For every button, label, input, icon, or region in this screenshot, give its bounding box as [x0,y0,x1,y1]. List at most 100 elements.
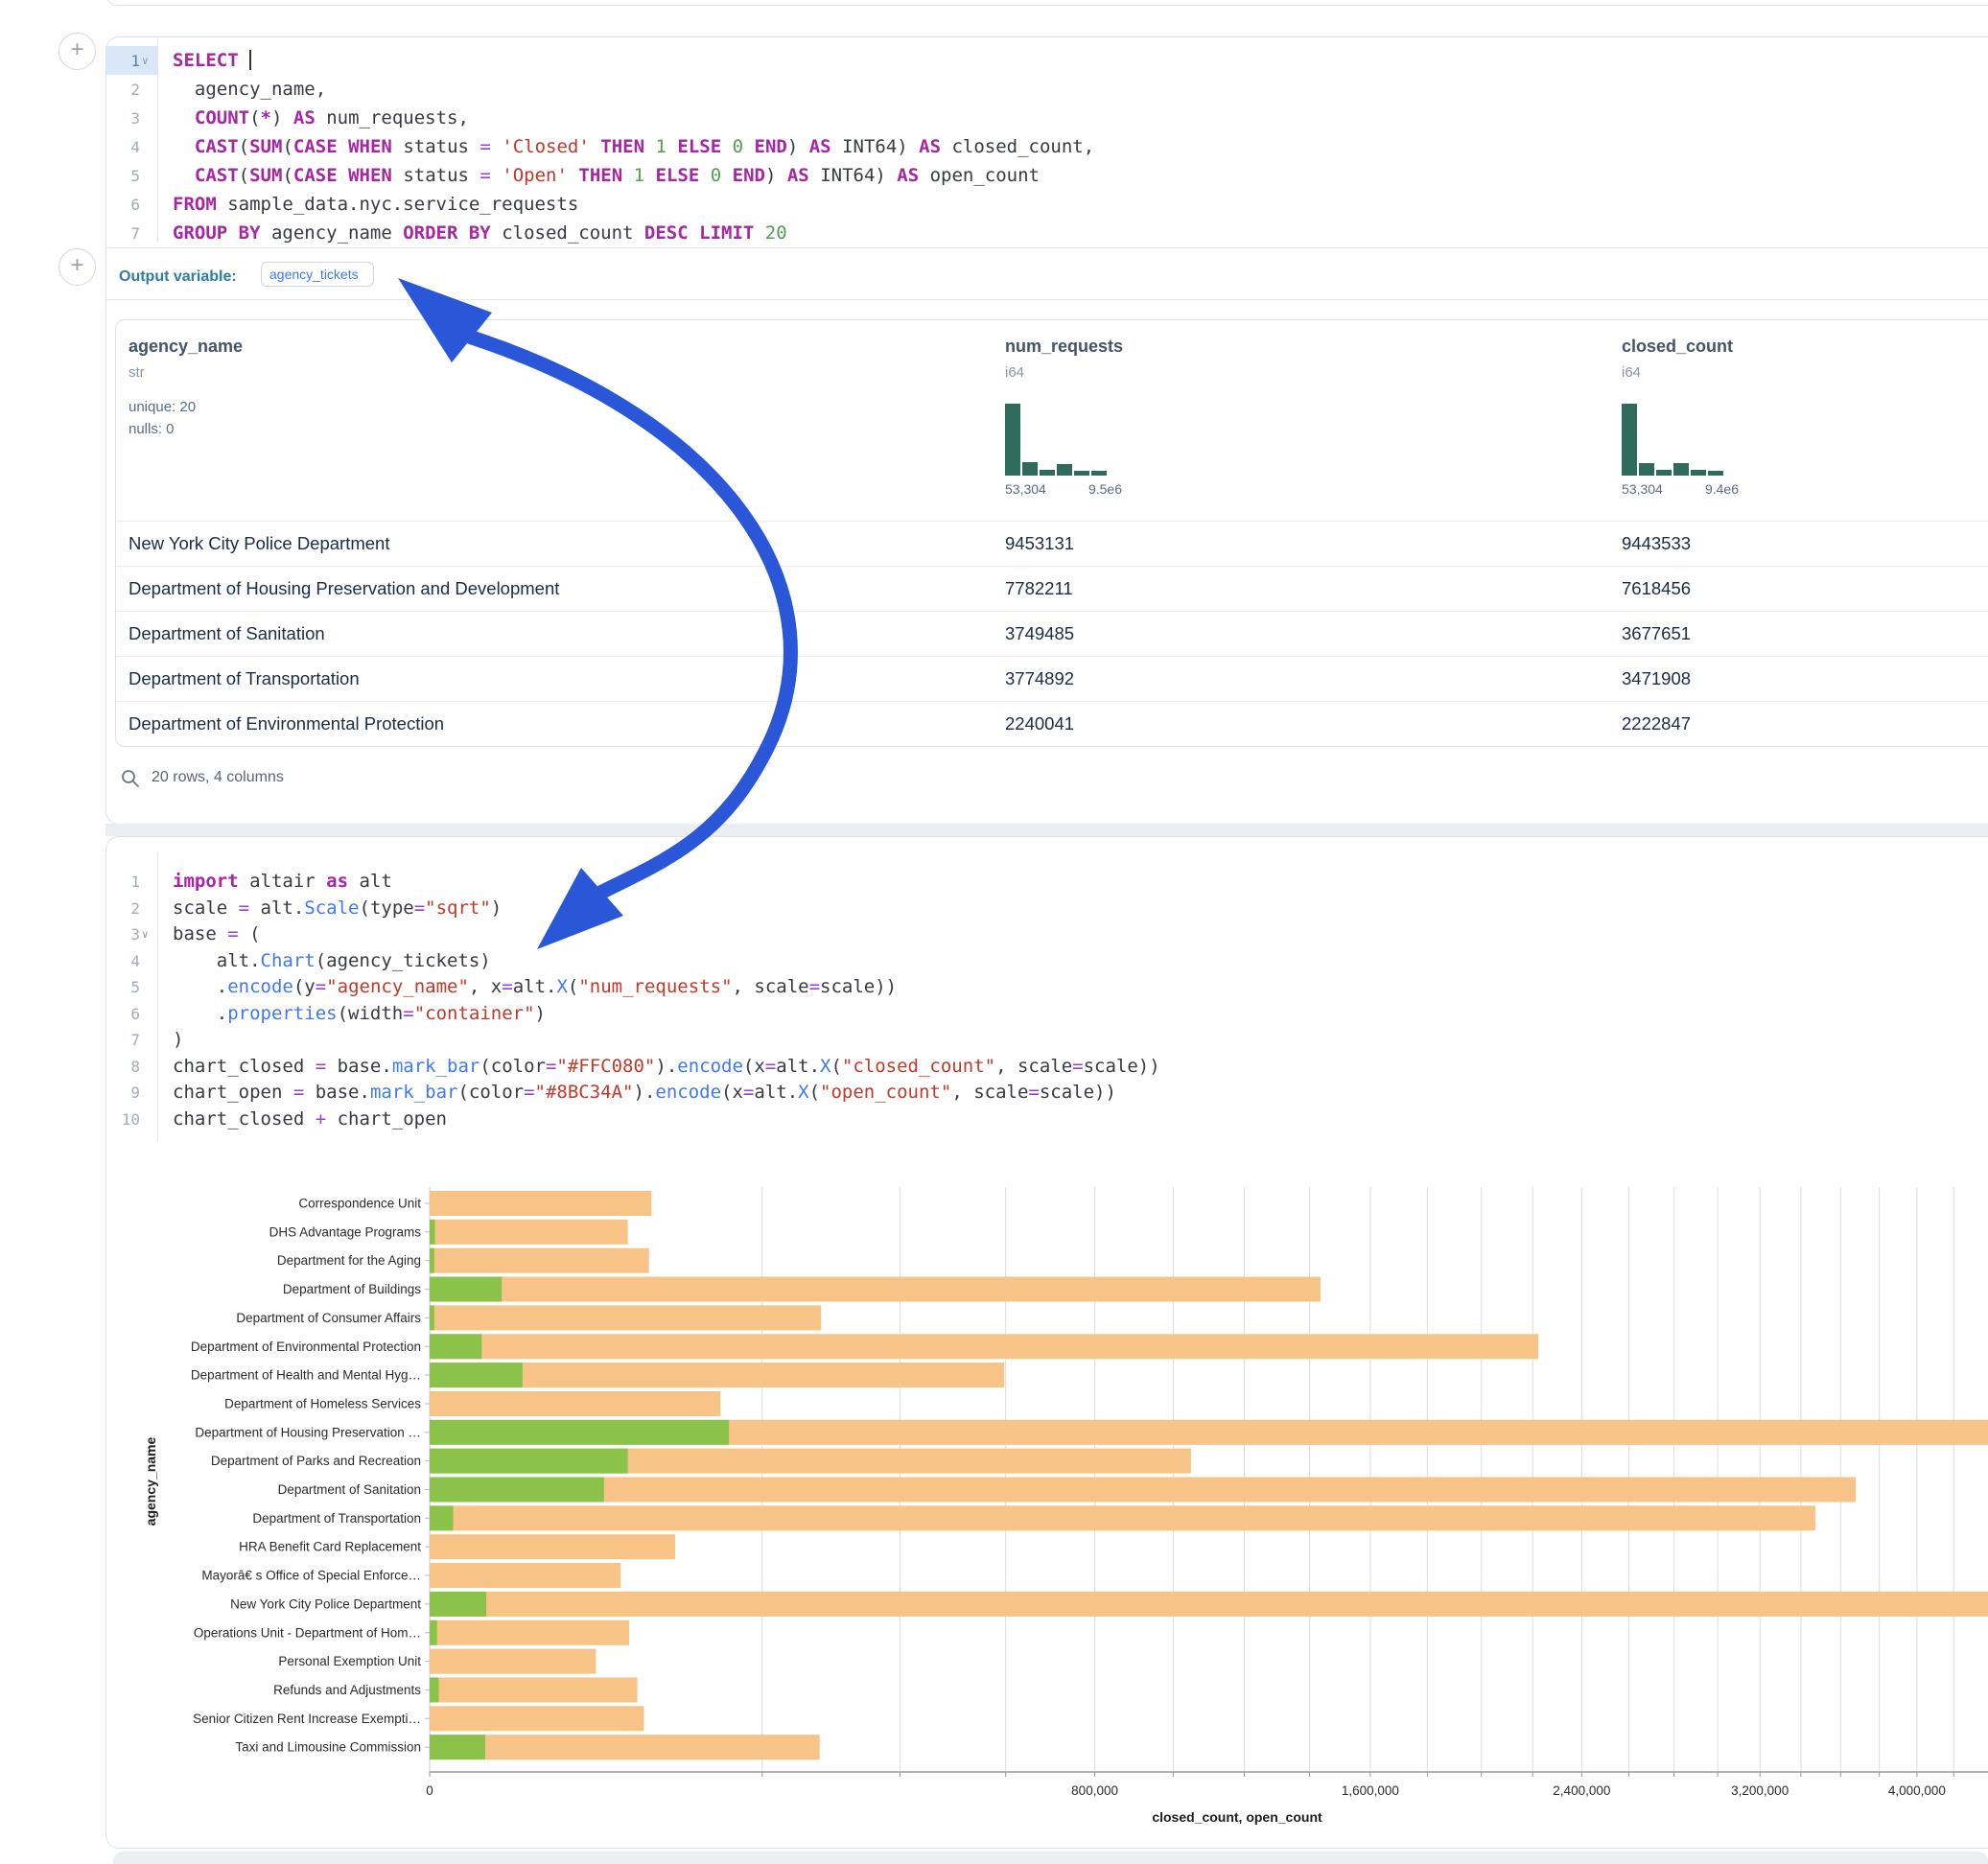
code-line: chart_closed + chart_open [173,1107,447,1133]
code-token: base. [326,1056,392,1077]
x-axis-title: closed_count, open_count [1152,1809,1322,1825]
fold-chevron-icon[interactable]: ∨ [142,55,152,67]
y-axis-label: Department of Transportation [252,1511,421,1526]
column-header[interactable]: closed_count [1622,337,1733,357]
code-token: 'Closed' [502,136,590,157]
closed-count-bar [430,1677,638,1702]
table-row[interactable]: Department of Sanitation37494853677651 [116,611,1988,657]
open-count-bar [430,1277,502,1302]
line-number[interactable]: 9 [105,1080,157,1107]
line-number[interactable]: 6 [105,190,157,219]
line-number-text: 10 [122,1110,140,1129]
code-token: = [809,976,820,997]
closed-count-bar [430,1478,1856,1503]
closed-count-bar [430,1191,651,1216]
code-token: (agency_tickets) [316,950,491,971]
code-token: SELECT [173,50,239,71]
code-token: "open_count" [820,1082,951,1103]
line-number-text: 5 [130,978,140,996]
x-tick-label: 4,000,000 [1888,1783,1946,1798]
open-count-bar [430,1363,523,1387]
line-number-text: 2 [130,81,140,99]
table-cell: 9453131 [1005,533,1074,554]
add-cell-button-top[interactable]: + [58,33,96,70]
code-token: = [502,976,512,997]
line-number[interactable]: 3∨ [105,921,157,948]
open-count-bar [430,1505,454,1530]
code-token: X [820,1056,830,1077]
fold-chevron-icon[interactable]: ∨ [142,928,152,941]
line-number[interactable]: 7 [105,219,157,247]
add-cell-button-middle[interactable]: + [58,248,96,286]
code-token [689,222,699,244]
line-number[interactable]: 1 [105,869,157,896]
x-tick-label: 800,000 [1071,1783,1118,1798]
code-line: chart_closed = base.mark_bar(color="#FFC… [173,1054,1160,1081]
table-row[interactable]: Department of Environmental Protection22… [116,701,1988,747]
column-histogram [1622,404,1723,476]
code-token: WHEN [348,136,392,157]
line-number[interactable]: 8 [105,1054,157,1081]
code-token [338,165,348,186]
line-number[interactable]: 6 [105,1001,157,1028]
line-number[interactable]: 10 [105,1107,157,1133]
code-token: THEN [578,165,622,186]
code-line: CAST(SUM(CASE WHEN status = 'Closed' THE… [173,132,1094,161]
line-number[interactable]: 2 [105,75,157,104]
line-number[interactable]: 1∨ [105,46,157,75]
column-header[interactable]: num_requests [1005,337,1123,357]
line-number[interactable]: 4 [105,132,157,161]
code-token: DESC [644,222,689,244]
line-number[interactable]: 5 [105,161,157,190]
code-token: . [173,1003,227,1024]
code-token: X [798,1082,808,1103]
search-icon[interactable] [120,768,141,789]
code-token [590,136,600,157]
code-token: "closed_count" [842,1056,995,1077]
code-token: base [173,923,227,944]
code-token: ) [491,897,502,919]
y-axis-label: Department of Buildings [283,1282,421,1296]
code-token: chart_open [173,1082,293,1103]
histogram-bar [1074,471,1089,476]
line-number[interactable]: 5 [105,974,157,1001]
code-token: "sqrt" [425,897,491,919]
code-token: = [765,1056,776,1077]
line-number[interactable]: 3 [105,104,157,132]
line-number[interactable]: 7 [105,1027,157,1054]
code-token: status [392,165,480,186]
column-header[interactable]: agency_name [129,337,243,357]
histogram-bar [1022,462,1038,476]
code-token: base. [304,1082,370,1103]
table-row[interactable]: Department of Transportation377489234719… [116,656,1988,702]
cell-divider [105,247,1988,248]
table-row[interactable]: Department of Housing Preservation and D… [116,566,1988,612]
code-token: = [1072,1056,1083,1077]
code-token: INT64) [831,136,920,157]
code-token: (x [721,1082,743,1103]
code-token: = [479,165,490,186]
code-token: = [403,1003,413,1024]
y-axis-label: Operations Unit - Department of Hom… [194,1625,421,1640]
table-cell: New York City Police Department [129,533,389,554]
output-variable-input[interactable]: agency_tickets [261,262,374,287]
code-token: LIMIT [699,222,754,244]
code-token: alt. [513,976,557,997]
column-type: i64 [1005,364,1024,381]
code-line: alt.Chart(agency_tickets) [173,948,491,975]
gutter-separator [157,38,158,242]
y-axis-label: Department of Parks and Recreation [211,1454,421,1468]
code-token [667,136,677,157]
table-row[interactable]: New York City Police Department945313194… [116,521,1988,567]
code-token: 0 [711,165,721,186]
table-cell: 3749485 [1005,623,1074,644]
code-token: "#8BC34A" [535,1082,634,1103]
line-number[interactable]: 2 [105,896,157,922]
y-axis-label: Department of Housing Preservation … [195,1425,421,1439]
line-number[interactable]: 4 [105,948,157,975]
code-token: = [743,1082,754,1103]
notebook-page: { "ui": { "add_cell_label": "+", "output… [0,0,1988,1864]
code-token: "#FFC080" [556,1056,655,1077]
code-line: chart_open = base.mark_bar(color="#8BC34… [173,1080,1116,1107]
line-number-text: 6 [130,1005,140,1023]
